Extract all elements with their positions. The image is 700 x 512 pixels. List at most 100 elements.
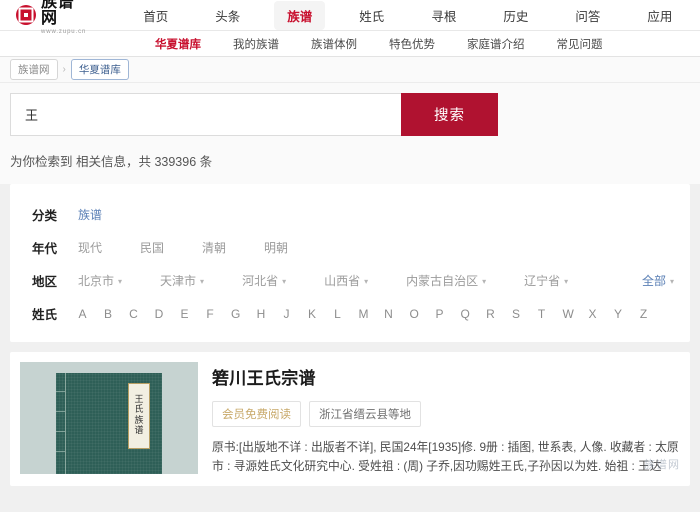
subnav-item-family-intro[interactable]: 家庭谱介绍 (467, 36, 525, 52)
filter-row-surname: 姓氏 A B C D E F G H J K L M N O P Q R S T… (10, 297, 690, 330)
surname-letter-b[interactable]: B (104, 307, 113, 321)
surname-letter-q[interactable]: Q (461, 307, 470, 321)
result-title[interactable]: 箬川王氏宗谱 (212, 364, 680, 389)
surname-letter-s[interactable]: S (512, 307, 521, 321)
subnav-item-features[interactable]: 特色优势 (389, 36, 435, 52)
filter-region-show-all[interactable]: 全部 ▾ (642, 272, 674, 289)
result-count-text: 为你检索到 相关信息，共 339396 条 (0, 136, 700, 184)
book-label-char-2: 氏 (134, 405, 144, 416)
filter-option-republic[interactable]: 民国 (140, 239, 164, 256)
surname-letter-t[interactable]: T (537, 307, 546, 321)
chevron-down-icon: ▾ (282, 277, 287, 286)
nav-item-home[interactable]: 首页 (130, 1, 181, 30)
filter-option-hebei[interactable]: 河北省 ▾ (242, 272, 286, 289)
filter-option-inner-mongolia[interactable]: 内蒙古自治区 ▾ (406, 272, 486, 289)
filter-option-modern[interactable]: 现代 (78, 239, 102, 256)
chevron-down-icon: ▾ (118, 277, 123, 286)
filter-option-liaoning[interactable]: 辽宁省 ▾ (524, 272, 568, 289)
nav-item-apps[interactable]: 应用 (634, 1, 685, 30)
filter-option-inner-mongolia-label: 内蒙古自治区 (406, 274, 479, 288)
surname-letter-k[interactable]: K (308, 307, 317, 321)
nav-item-qa[interactable]: 问答 (562, 1, 613, 30)
surname-letter-c[interactable]: C (129, 307, 138, 321)
filter-label-era: 年代 (32, 242, 58, 256)
surname-letter-g[interactable]: G (231, 307, 240, 321)
filter-option-genealogy[interactable]: 族谱 (78, 206, 102, 223)
subnav-item-faq[interactable]: 常见问题 (557, 36, 603, 52)
result-description: 原书:[出版地不详 : 出版者不详], 民国24年[1935]修. 9册 : 插… (212, 438, 680, 476)
subnav-item-genealogy-style[interactable]: 族谱体例 (311, 36, 357, 52)
surname-letter-y[interactable]: Y (614, 307, 623, 321)
site-logo[interactable]: 族谱网 www.zupu.cn (16, 0, 86, 35)
surname-letter-n[interactable]: N (384, 307, 393, 321)
surname-letter-a[interactable]: A (78, 307, 87, 321)
nav-item-roots[interactable]: 寻根 (418, 1, 469, 30)
tag-member-free-read[interactable]: 会员免费阅读 (212, 401, 301, 427)
book-cover-label: 王 氏 族 谱 (128, 383, 150, 449)
result-description-text: 原书:[出版地不详 : 出版者不详], 民国24年[1935]修. 9册 : 插… (212, 440, 679, 474)
surname-letter-h[interactable]: H (257, 307, 266, 321)
breadcrumb-root[interactable]: 族谱网 (10, 59, 58, 80)
filter-label-category: 分类 (32, 209, 58, 223)
chevron-down-icon: ▾ (482, 277, 487, 286)
chevron-down-icon: ▾ (364, 277, 369, 286)
chevron-down-icon: ▾ (669, 277, 674, 286)
search-section: 搜索 (0, 83, 700, 136)
filter-row-era: 年代 现代 民国 清朝 明朝 (10, 231, 690, 264)
filter-row-region: 地区 北京市 ▾ 天津市 ▾ 河北省 ▾ 山西省 ▾ 内蒙古自治区 ▾ 辽宁省 ▾ 全部 ▾ (10, 264, 690, 297)
search-button[interactable]: 搜索 (401, 93, 498, 136)
book-cover-thumbnail[interactable]: 王 氏 族 谱 (20, 362, 198, 474)
nav-item-genealogy[interactable]: 族谱 (274, 0, 326, 30)
filter-option-shanxi-label: 山西省 (324, 274, 361, 288)
chevron-down-icon: ▾ (564, 277, 569, 286)
surname-letter-j[interactable]: J (282, 307, 291, 321)
filter-option-ming[interactable]: 明朝 (264, 239, 288, 256)
tag-region[interactable]: 浙江省缙云县等地 (309, 401, 421, 427)
nav-item-history[interactable]: 历史 (490, 1, 541, 30)
filter-label-surname: 姓氏 (32, 308, 58, 322)
surname-letter-r[interactable]: R (486, 307, 495, 321)
filter-option-shanxi[interactable]: 山西省 ▾ (324, 272, 368, 289)
surname-letter-z[interactable]: Z (639, 307, 648, 321)
chevron-down-icon: ▾ (200, 277, 205, 286)
book-spine (65, 373, 66, 474)
nav-item-headlines[interactable]: 头条 (202, 1, 253, 30)
subnav-item-my-genealogy[interactable]: 我的族谱 (233, 36, 279, 52)
filter-option-hebei-label: 河北省 (242, 274, 279, 288)
surname-letter-m[interactable]: M (359, 307, 369, 321)
logo-text: 族谱网 www.zupu.cn (41, 0, 86, 35)
surname-letter-f[interactable]: F (206, 307, 215, 321)
filter-option-liaoning-label: 辽宁省 (524, 274, 561, 288)
filter-row-category: 分类 族谱 (10, 198, 690, 231)
filter-panel: 分类 族谱 年代 现代 民国 清朝 明朝 地区 北京市 ▾ 天津市 ▾ 河北省 ▾ 山… (10, 184, 690, 342)
main-nav: 首页 头条 族谱 姓氏 寻根 历史 问答 应用 (130, 0, 700, 30)
search-result-item[interactable]: 王 氏 族 谱 箬川王氏宗谱 会员免费阅读 浙江省缙云县等地 原书:[出版地不详… (10, 352, 690, 487)
subnav-item-huaxia-library[interactable]: 华夏谱库 (155, 36, 201, 52)
filter-region-show-all-label: 全部 (641, 274, 666, 288)
surname-letter-x[interactable]: X (588, 307, 597, 321)
filter-option-tianjin-label: 天津市 (160, 274, 197, 288)
book-label-char-4: 谱 (134, 425, 144, 436)
surname-letter-e[interactable]: E (180, 307, 189, 321)
surname-letter-p[interactable]: P (435, 307, 444, 321)
surname-letter-o[interactable]: O (410, 307, 419, 321)
filter-option-beijing[interactable]: 北京市 ▾ (78, 272, 122, 289)
filter-option-qing[interactable]: 清朝 (202, 239, 226, 256)
book-stitch (56, 431, 65, 432)
breadcrumb-separator-icon: › (62, 64, 66, 75)
surname-letter-w[interactable]: W (563, 307, 574, 321)
surname-letter-l[interactable]: L (333, 307, 342, 321)
logo-title: 族谱网 (41, 0, 75, 27)
zupu-logo-icon (16, 5, 36, 25)
sub-navigation-bar: 华夏谱库 我的族谱 族谱体例 特色优势 家庭谱介绍 常见问题 (0, 31, 700, 57)
breadcrumb-current[interactable]: 华夏谱库 (70, 59, 129, 80)
surname-letter-d[interactable]: D (155, 307, 164, 321)
filter-options-era: 现代 民国 清朝 明朝 (78, 239, 326, 256)
result-tags: 会员免费阅读 浙江省缙云县等地 (212, 401, 680, 427)
search-input[interactable] (10, 93, 401, 136)
nav-item-surname[interactable]: 姓氏 (346, 1, 397, 30)
top-navigation-bar: 族谱网 www.zupu.cn 首页 头条 族谱 姓氏 寻根 历史 问答 应用 (0, 0, 700, 35)
book-stitch (56, 451, 65, 452)
result-content: 箬川王氏宗谱 会员免费阅读 浙江省缙云县等地 原书:[出版地不详 : 出版者不详… (212, 362, 680, 476)
filter-option-tianjin[interactable]: 天津市 ▾ (160, 272, 204, 289)
